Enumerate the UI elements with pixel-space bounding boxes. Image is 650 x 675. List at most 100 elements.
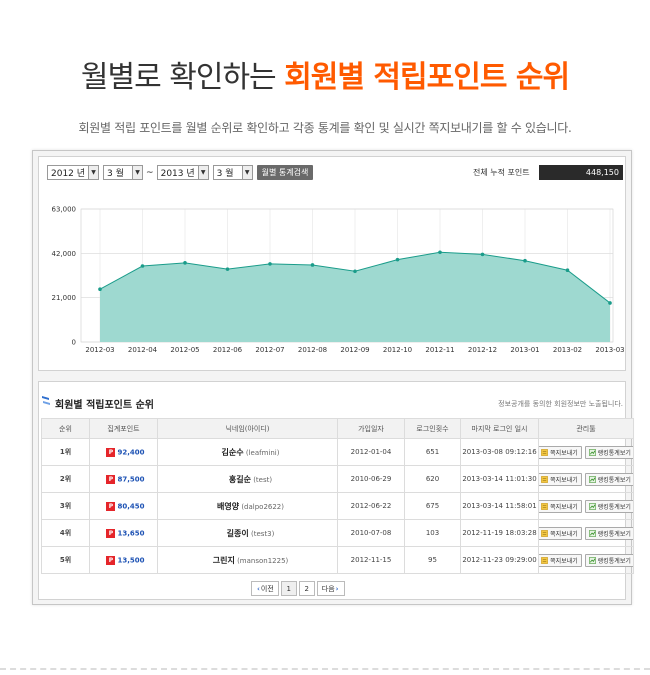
ranking-panel: 회원별 적립포인트 순위 정보공개를 동의한 회원정보만 노출됩니다. 순위 집… xyxy=(38,381,634,600)
send-message-button[interactable]: 쪽지보내기 xyxy=(539,499,582,513)
user-id: (test) xyxy=(253,475,273,484)
table-row: 4위 P 13,650 길종이 (test3) 2010-07-08 103 2012-11… xyxy=(41,519,634,547)
point-badge-icon: P xyxy=(106,501,116,511)
chevron-down-icon: ▼ xyxy=(132,166,143,179)
start-year-select[interactable]: 2012 년 ▼ xyxy=(47,165,100,180)
chevron-down-icon: ▼ xyxy=(88,166,99,179)
table-header: 순위 집계포인트 닉네임(아이디) 가입일자 로그인횟수 마지막 로그인 일시 … xyxy=(41,418,634,439)
total-points-label: 전체 누적 포인트 xyxy=(473,168,530,177)
rank-cell: 3위 xyxy=(41,492,90,520)
next-page-button[interactable]: 다음 › xyxy=(316,581,345,596)
period-filter: 2012 년 ▼ 3 월 ▼ ~ 2013 년 ▼ 3 월 ▼ 월별 통계검색 xyxy=(47,165,314,180)
table-row: 3위 P 80,450 배영양 (dalpo2622) 2012-06-22 675 201… xyxy=(41,492,634,520)
ranking-stats-button[interactable]: 랭킹통계보기 xyxy=(584,472,633,486)
chart-icon xyxy=(588,448,596,456)
tools-cell: 쪽지보내기 랭킹통계보기 xyxy=(538,438,634,466)
data-point xyxy=(268,262,272,266)
table-row: 1위 P 92,400 김순수 (leafmini) 2012-01-04 651 2013… xyxy=(41,438,634,466)
data-point xyxy=(565,268,570,273)
data-point xyxy=(353,269,357,274)
y-tick-label: 42,000 xyxy=(52,250,77,258)
total-points-value: 448,150 xyxy=(539,165,623,180)
joined-cell: 2010-07-08 xyxy=(337,519,405,547)
nickname: 배영양 xyxy=(216,501,240,511)
joined-cell: 2012-06-22 xyxy=(337,492,405,520)
ranking-table: 순위 집계포인트 닉네임(아이디) 가입일자 로그인횟수 마지막 로그인 일시 … xyxy=(41,418,634,574)
logins-cell: 620 xyxy=(404,465,461,493)
user-id: (test3) xyxy=(250,529,275,538)
start-month-select[interactable]: 3 월 ▼ xyxy=(103,165,144,180)
heading-highlight: 회원별 적립포인트 순위 xyxy=(284,60,570,95)
tools-cell: 쪽지보내기 랭킹통계보기 xyxy=(538,492,634,520)
data-point xyxy=(438,250,442,255)
page-heading: 월별로 확인하는 회원별 적립포인트 순위 xyxy=(0,52,650,96)
data-point xyxy=(608,301,612,305)
table-row: 5위 P 13,500 그린지 (manson1225) 2012-11-15 95 201… xyxy=(41,546,634,574)
points-cell: P 13,500 xyxy=(89,546,158,574)
user-id: (leafmini) xyxy=(245,448,280,457)
logins-cell: 675 xyxy=(404,492,461,520)
send-message-button[interactable]: 쪽지보내기 xyxy=(539,526,582,540)
prev-page-button[interactable]: ‹ 이전 xyxy=(251,581,279,596)
ranking-stats-button[interactable]: 랭킹통계보기 xyxy=(584,445,633,459)
note-icon xyxy=(541,448,549,456)
end-year-select[interactable]: 2013 년 ▼ xyxy=(156,165,209,180)
page-1-button[interactable]: 1 xyxy=(280,581,297,596)
last-login-cell: 2013-03-14 11:01:30 xyxy=(460,465,539,493)
last-login-cell: 2013-03-14 11:58:01 xyxy=(460,492,539,520)
bottom-divider xyxy=(0,668,650,670)
ranking-stats-button[interactable]: 랭킹통계보기 xyxy=(584,499,633,513)
rank-cell: 2위 xyxy=(41,465,90,493)
logins-cell: 651 xyxy=(404,438,461,466)
table-row: 2위 P 87,500 홍길순 (test) 2010-06-29 620 2013-03-… xyxy=(41,465,634,493)
data-point xyxy=(395,257,400,262)
section-icon xyxy=(42,396,50,405)
last-login-cell: 2012-11-23 09:29:00 xyxy=(460,546,539,574)
chart-icon xyxy=(588,556,596,564)
nickname: 김순수 xyxy=(221,447,244,457)
col-nickname: 닉네임(아이디) xyxy=(157,418,338,439)
nickname-cell: 홍길순 (test) xyxy=(157,465,338,493)
page-2-button[interactable]: 2 xyxy=(298,581,315,596)
ranking-stats-button[interactable]: 랭킹통계보기 xyxy=(584,553,633,567)
point-badge-icon: P xyxy=(106,528,116,538)
point-badge-icon: P xyxy=(106,447,116,457)
note-icon xyxy=(541,502,549,510)
ranking-stats-button[interactable]: 랭킹통계보기 xyxy=(584,526,633,540)
send-message-button[interactable]: 쪽지보내기 xyxy=(539,445,582,459)
nickname-cell: 김순수 (leafmini) xyxy=(157,438,338,466)
nickname-cell: 그린지 (manson1225) xyxy=(157,546,338,574)
monthly-points-chart: 0 21,000 42,000 63,000 2012-03 2012-04 2012-05… xyxy=(52,206,625,355)
note-icon xyxy=(541,556,549,564)
data-point xyxy=(183,261,187,265)
x-tick-label: 2012-03 xyxy=(85,346,114,354)
chevron-down-icon: ▼ xyxy=(241,166,252,179)
data-point xyxy=(98,287,102,292)
data-point xyxy=(310,263,315,267)
joined-cell: 2010-06-29 xyxy=(337,465,405,493)
x-tick-label: 2012-08 xyxy=(298,346,327,354)
page-description: 회원별 적립 포인트를 월별 순위로 확인하고 각종 통계를 확인 및 실시간 … xyxy=(78,121,572,135)
x-tick-label: 2012-09 xyxy=(340,346,369,354)
send-message-button[interactable]: 쪽지보내기 xyxy=(539,553,582,567)
y-tick-label: 63,000 xyxy=(52,206,77,214)
user-id: (dalpo2622) xyxy=(241,502,284,511)
data-point xyxy=(225,267,230,271)
last-login-cell: 2013-03-08 09:12:16 xyxy=(460,438,539,466)
x-tick-label: 2012-12 xyxy=(468,346,497,354)
data-point xyxy=(523,258,527,263)
end-month-select[interactable]: 3 월 ▼ xyxy=(212,165,253,180)
pagination: ‹ 이전 1 2 다음 › xyxy=(251,581,345,596)
nickname: 홍길순 xyxy=(228,474,251,484)
y-tick-label: 21,000 xyxy=(52,294,77,302)
send-message-button[interactable]: 쪽지보내기 xyxy=(539,472,582,486)
monthly-search-button[interactable]: 월별 통계검색 xyxy=(256,165,314,180)
col-rank: 순위 xyxy=(41,418,90,439)
user-id: (manson1225) xyxy=(237,556,289,565)
point-badge-icon: P xyxy=(106,555,116,565)
joined-cell: 2012-01-04 xyxy=(337,438,405,466)
data-point xyxy=(140,264,145,268)
points-cell: P 13,650 xyxy=(89,519,158,547)
last-login-cell: 2012-11-19 18:03:28 xyxy=(460,519,539,547)
x-tick-label: 2013-01 xyxy=(510,346,539,354)
